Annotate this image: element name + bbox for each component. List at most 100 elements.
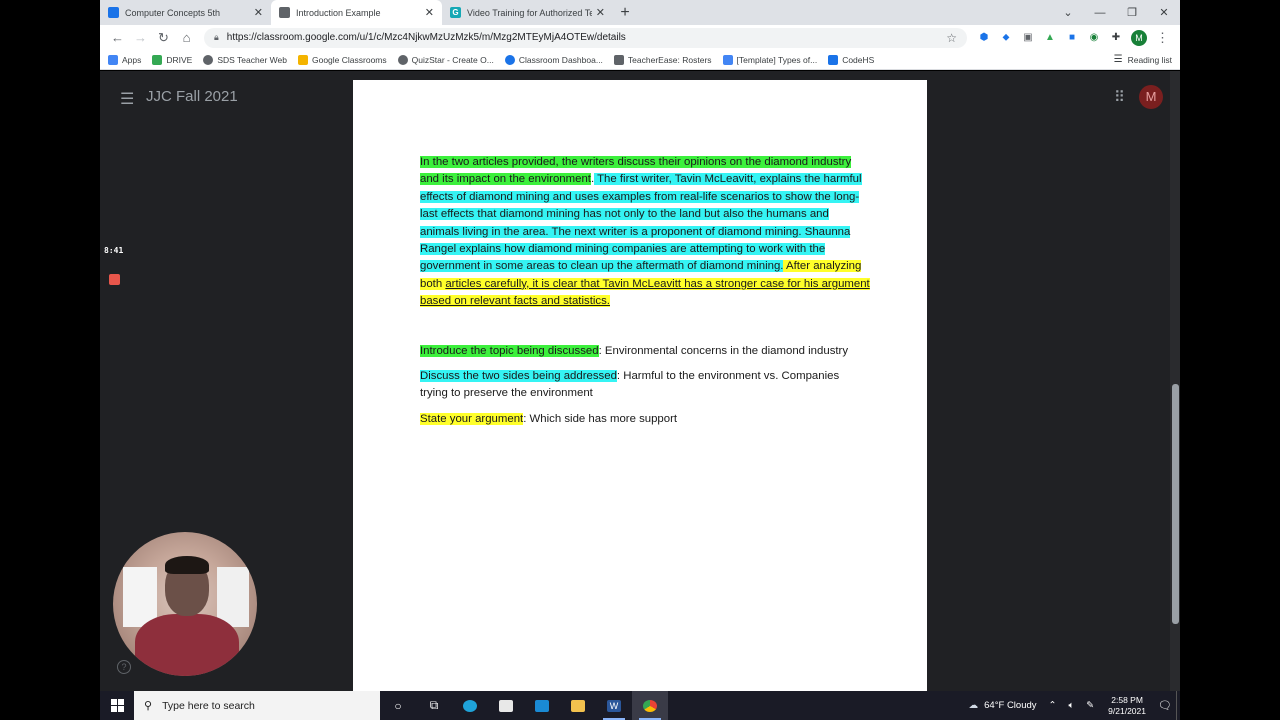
tab-computer-concepts[interactable]: Computer Concepts 5th ✕ — [100, 0, 271, 25]
teacherease-icon — [613, 54, 624, 65]
document-body: In the two articles provided, the writer… — [420, 154, 870, 436]
reading-list-icon: ☰ — [1113, 54, 1123, 65]
bookmark-star-icon[interactable]: ☆ — [946, 31, 957, 45]
restore-icon[interactable]: ❐ — [1116, 6, 1148, 19]
windows-logo-icon — [110, 699, 124, 712]
extensions-puzzle-icon[interactable]: ✚ — [1105, 32, 1127, 43]
volume-icon[interactable]: 🔈︎ — [1069, 700, 1075, 711]
weather-text[interactable]: 64°F Cloudy — [984, 700, 1036, 711]
extension-shield-icon[interactable]: ⬢ — [973, 32, 995, 43]
page-scrollbar[interactable] — [1170, 71, 1180, 691]
bookmark-template-types[interactable]: [Template] Types of... — [722, 54, 818, 65]
lock-icon[interactable]: 🔒︎ — [214, 32, 219, 43]
globe-icon — [397, 54, 408, 65]
bookmark-codehs[interactable]: CodeHS — [828, 54, 875, 65]
legend-sides: Discuss the two sides being addressed: H… — [420, 368, 870, 403]
legend-topic-label: Introduce the topic being discussed — [420, 344, 599, 357]
tab-introduction-example[interactable]: Introduction Example ✕ — [271, 0, 442, 25]
recording-timer: 8:41 — [104, 246, 124, 255]
reading-list-button[interactable]: ☰ Reading list — [1114, 54, 1172, 65]
extension-screen-icon[interactable]: ▣ — [1017, 32, 1039, 43]
extension-blue-icon[interactable]: ■ — [1061, 32, 1083, 43]
scrollbar-thumb[interactable] — [1172, 384, 1179, 624]
tab-label: Computer Concepts 5th — [125, 7, 221, 18]
main-menu-icon[interactable]: ☰ — [120, 89, 134, 109]
store-icon[interactable] — [488, 691, 524, 720]
tab-label: Introduction Example — [296, 7, 381, 18]
bookmark-apps[interactable]: Apps — [108, 54, 142, 65]
profile-avatar[interactable]: M — [1131, 29, 1147, 46]
bookmark-drive[interactable]: DRIVE — [152, 54, 192, 65]
menu-kebab-icon[interactable]: ⋮ — [1151, 30, 1174, 46]
start-button[interactable] — [100, 691, 134, 720]
extension-drive-icon[interactable]: ▲ — [1039, 32, 1061, 43]
taskbar-search[interactable]: ⚲ Type here to search — [134, 691, 380, 720]
bookmark-label: QuizStar - Create O... — [411, 54, 494, 65]
clock[interactable]: 2:58 PM 9/21/2021 — [1108, 695, 1146, 717]
forward-icon[interactable]: → — [129, 30, 152, 45]
reload-icon[interactable]: ↻ — [152, 30, 175, 46]
docs-icon — [722, 54, 733, 65]
mail-icon[interactable] — [524, 691, 560, 720]
bookmark-teacherease[interactable]: TeacherEase: Rosters — [613, 54, 712, 65]
bookmark-classroom-dashboard[interactable]: Classroom Dashboa... — [504, 54, 603, 65]
stop-recording-icon[interactable] — [109, 274, 120, 285]
bookmark-quizstar[interactable]: QuizStar - Create O... — [397, 54, 494, 65]
bookmark-sds-teacher-web[interactable]: SDS Teacher Web — [203, 54, 287, 65]
word-icon[interactable]: W — [596, 691, 632, 720]
legend-argument: State your argument: Which side has more… — [420, 411, 870, 428]
chrome-icon[interactable] — [632, 691, 668, 720]
document-preview: In the two articles provided, the writer… — [353, 80, 927, 691]
help-icon[interactable]: ? — [117, 660, 131, 674]
document-favicon-icon — [279, 7, 290, 18]
clock-date: 9/21/2021 — [1108, 705, 1146, 716]
pen-icon[interactable]: ✎ — [1086, 700, 1094, 711]
new-tab-button[interactable]: + — [613, 0, 637, 25]
bookmarks-bar: Apps DRIVE SDS Teacher Web Google Classr… — [100, 50, 1180, 70]
browser-tab-bar: Computer Concepts 5th ✕ Introduction Exa… — [100, 0, 1180, 25]
webcam-background-window — [217, 567, 249, 627]
back-icon[interactable]: ← — [106, 30, 129, 45]
edge-icon[interactable] — [452, 691, 488, 720]
bookmark-label: Apps — [122, 54, 142, 65]
bookmark-google-classrooms[interactable]: Google Classrooms — [297, 54, 387, 65]
bookmark-label: [Template] Types of... — [736, 54, 818, 65]
file-explorer-icon[interactable] — [560, 691, 596, 720]
class-title[interactable]: JJC Fall 2021 — [146, 88, 238, 105]
legend-argument-text: : Which side has more support — [523, 412, 678, 425]
windows-taskbar: ⚲ Type here to search ○ ⧉ W ☁ 64°F Cloud… — [100, 691, 1180, 720]
system-tray: ☁ 64°F Cloudy ⌃ 🔈︎ ✎ 2:58 PM 9/21/2021 🗨… — [963, 691, 1180, 720]
search-placeholder: Type here to search — [162, 699, 255, 712]
tab-search-icon[interactable]: ⌄ — [1052, 6, 1084, 19]
bookmark-label: CodeHS — [842, 54, 875, 65]
close-tab-icon[interactable]: ✕ — [596, 6, 605, 19]
webcam-overlay — [113, 532, 257, 676]
minimize-icon[interactable]: — — [1084, 7, 1116, 19]
show-desktop-button[interactable] — [1176, 691, 1180, 720]
tab-video-training[interactable]: G Video Training for Authorized Te ✕ — [442, 0, 613, 25]
bookmark-label: Classroom Dashboa... — [518, 54, 603, 65]
close-tab-icon[interactable]: ✕ — [254, 6, 263, 19]
chevron-up-icon[interactable]: ⌃ — [1049, 700, 1057, 711]
close-window-icon[interactable]: ✕ — [1148, 6, 1180, 19]
paragraph-introduction: In the two articles provided, the writer… — [420, 154, 870, 311]
classroom-page: ☰ JJC Fall 2021 ⠿ M 8:41 ? In the two ar… — [100, 71, 1180, 691]
notification-icon[interactable]: 🗨︎ — [1154, 699, 1176, 712]
url-text[interactable]: https://classroom.google.com/u/1/c/Mzc4N… — [227, 32, 946, 43]
search-icon: ⚲ — [144, 700, 153, 712]
legend-topic: Introduce the topic being discussed: Env… — [420, 343, 870, 360]
task-view-icon[interactable]: ⧉ — [416, 691, 452, 720]
webcam-person-hair — [165, 556, 209, 574]
home-icon[interactable]: ⌂ — [175, 30, 198, 45]
address-bar[interactable]: 🔒︎ https://classroom.google.com/u/1/c/Mz… — [204, 27, 967, 48]
extension-eye-icon[interactable]: ◉ — [1083, 32, 1105, 43]
cortana-icon[interactable]: ○ — [380, 691, 416, 720]
close-tab-icon[interactable]: ✕ — [425, 6, 434, 19]
classroom-favicon-icon — [108, 7, 119, 18]
google-apps-icon[interactable]: ⠿ — [1114, 88, 1125, 106]
extension-pin-icon[interactable]: ⬥ — [995, 32, 1017, 43]
apps-grid-icon — [108, 54, 118, 65]
globe-icon — [203, 54, 214, 65]
account-avatar[interactable]: M — [1139, 85, 1163, 109]
